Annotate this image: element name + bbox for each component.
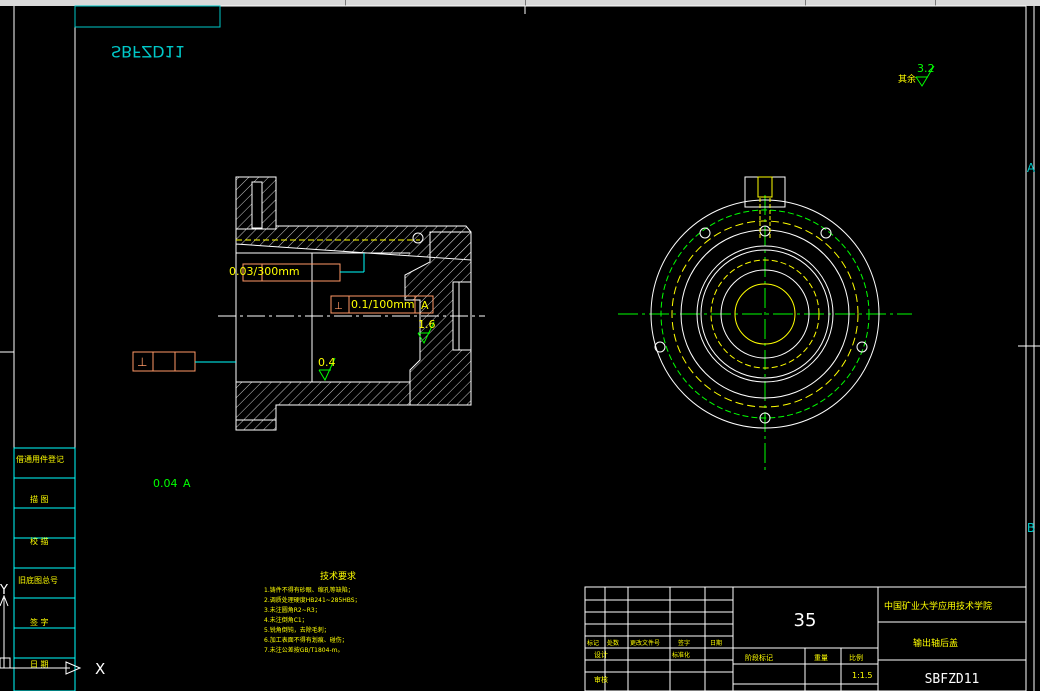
svg-text:Y: Y xyxy=(0,583,8,598)
svg-text:0.03/300mm: 0.03/300mm xyxy=(229,265,300,278)
sign-header: 设计 xyxy=(594,650,608,659)
rev-header: 日期 xyxy=(710,639,722,647)
stage-label: 阶段标记 xyxy=(745,653,773,662)
svg-text:⊥: ⊥ xyxy=(137,355,147,369)
panel-row: 描 图 xyxy=(30,494,49,504)
flatness-tolerance-frame[interactable]: 0.03/300mm xyxy=(229,253,365,282)
roughness-bore: 0.4 xyxy=(318,356,336,382)
mirrored-code-box: SBFZD11 xyxy=(74,5,221,61)
tech-line: 1.铸件不得有砂眼、缩孔等缺陷； xyxy=(264,586,354,594)
rev-header: 签字 xyxy=(678,639,690,647)
svg-text:其余: 其余 xyxy=(898,73,916,85)
tech-line: 5.锐角倒钝，去除毛刺； xyxy=(264,626,330,634)
roughness-symbol-general: 其余 3.2 xyxy=(898,62,935,87)
front-view[interactable] xyxy=(618,176,912,470)
rev-header: 标记 xyxy=(587,639,599,647)
material: 35 xyxy=(794,610,817,631)
zone-label-b: B xyxy=(1027,521,1035,535)
sign-header: 标准化 xyxy=(672,651,690,659)
drawing-code: SBFZD11 xyxy=(925,672,980,687)
rev-header: 更改文件号 xyxy=(630,639,660,647)
tech-line: 3.未注圆角R2~R3； xyxy=(264,606,321,614)
svg-text:1.6: 1.6 xyxy=(418,318,436,331)
cad-drawing-canvas[interactable]: SBFZD11 A B 其余 3.2 0.03/300mm ⊥ 0.1/100m… xyxy=(0,0,1040,691)
tech-line: 6.加工表面不得有划痕、碰伤； xyxy=(264,636,348,644)
panel-row: 借通用件登记 xyxy=(16,454,64,464)
svg-text:A: A xyxy=(421,299,429,312)
zone-label-a: A xyxy=(1027,161,1036,175)
part-name: 输出轴后盖 xyxy=(913,637,958,649)
title-block-text: 35 中国矿业大学应用技术学院 输出轴后盖 SBFZD11 阶段标记 重量 比例… xyxy=(587,600,992,687)
scale-value: 1:1.5 xyxy=(852,671,873,680)
svg-text:3.2: 3.2 xyxy=(917,62,935,75)
runout-tolerance-frame[interactable]: ⊥ xyxy=(132,351,236,372)
scale-label: 比例 xyxy=(849,653,863,662)
left-side-panel: 借通用件登记 描 图 校 描 旧底图总号 签 字 日 期 xyxy=(13,447,76,691)
panel-row: 旧底图总号 xyxy=(18,575,58,585)
tech-line: 2.调质处理硬度HB241~285HBS； xyxy=(264,596,361,604)
school-name: 中国矿业大学应用技术学院 xyxy=(884,600,992,612)
svg-text:0.04: 0.04 xyxy=(153,477,178,490)
weight-label: 重量 xyxy=(814,654,828,662)
svg-text:⊥: ⊥ xyxy=(334,301,343,312)
technical-requirements: 技术要求 1.铸件不得有砂眼、缩孔等缺陷； 2.调质处理硬度HB241~285H… xyxy=(264,570,361,654)
svg-text:A: A xyxy=(183,477,191,490)
ucs-icon: Y X xyxy=(0,583,105,678)
runout-note: 0.04 A xyxy=(153,477,191,490)
rev-header: 处数 xyxy=(607,639,619,647)
svg-text:0.4: 0.4 xyxy=(318,356,336,369)
drawing-frame xyxy=(0,5,1040,691)
tech-line: 7.未注公差按GB/T1804-m。 xyxy=(264,646,343,654)
svg-text:X: X xyxy=(95,660,105,678)
panel-row: 签 字 xyxy=(30,617,49,627)
panel-row: 校 描 xyxy=(30,536,49,546)
tech-line: 4.未注倒角C1； xyxy=(264,616,308,624)
svg-text:0.1/100mm: 0.1/100mm xyxy=(351,298,415,311)
mirrored-code-text: SBFZD11 xyxy=(111,42,185,61)
bottom-label: 审核 xyxy=(594,675,608,684)
svg-text:技术要求: 技术要求 xyxy=(320,570,356,582)
